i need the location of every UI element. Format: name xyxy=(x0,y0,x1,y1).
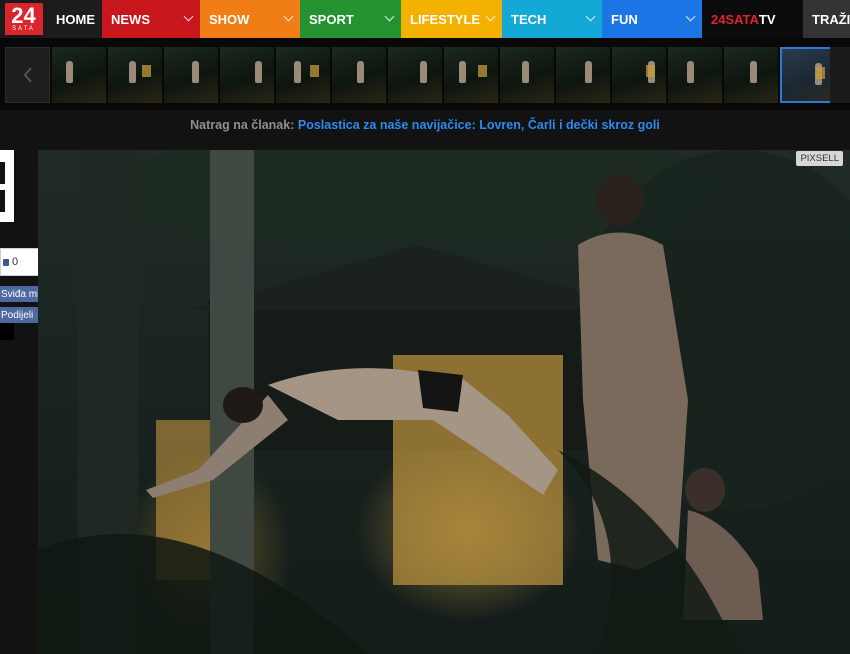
nav-news[interactable]: NEWS xyxy=(102,0,200,38)
nav-tv-prefix: 24SATA xyxy=(711,11,759,27)
thumbnail-light xyxy=(310,65,319,77)
thumbnail-figure xyxy=(294,61,301,83)
nav-home-label: HOME xyxy=(56,11,95,27)
thumbnail-light xyxy=(816,67,825,79)
thumbnail-light xyxy=(478,65,487,77)
gallery-thumbnail[interactable] xyxy=(444,47,498,103)
thumbnail-figure xyxy=(255,61,262,83)
gallery-thumbnail[interactable] xyxy=(668,47,722,103)
back-to-article: Natrag na članak: Poslastica za naše nav… xyxy=(0,118,850,132)
nav-search[interactable]: TRAŽI xyxy=(803,0,850,38)
thumbnail-light xyxy=(646,65,655,77)
thumbnail-figure xyxy=(420,61,427,83)
thumbnail-light xyxy=(142,65,151,77)
thumbnail-list xyxy=(52,47,834,103)
nav-news-label: NEWS xyxy=(111,11,150,27)
gallery-thumbnail[interactable] xyxy=(388,47,442,103)
gallery-thumbnail-active[interactable] xyxy=(780,47,834,103)
logo-number: 24 xyxy=(11,2,36,28)
nav-show[interactable]: SHOW xyxy=(200,0,300,38)
chevron-down-icon[interactable] xyxy=(585,11,596,22)
thumbnail-figure xyxy=(585,61,592,83)
thumbnail-figure xyxy=(750,61,757,83)
gallery-thumbnail[interactable] xyxy=(276,47,330,103)
like-label: Sviđa mi se xyxy=(1,288,41,300)
widget-divider xyxy=(0,162,5,184)
gallery-next-thumb[interactable] xyxy=(830,47,850,103)
nav-lifestyle-label: LIFESTYLE xyxy=(410,11,481,27)
article-link[interactable]: Poslastica za naše navijačice: Lovren, Č… xyxy=(298,118,660,132)
gallery-prev-button[interactable] xyxy=(5,47,50,103)
back-label: Natrag na članak: xyxy=(190,118,295,132)
gallery-thumbnail[interactable] xyxy=(52,47,106,103)
gallery-thumbnail[interactable] xyxy=(500,47,554,103)
social-widget-top xyxy=(0,150,14,222)
gallery-thumbnail[interactable] xyxy=(556,47,610,103)
nav-24sata-tv[interactable]: 24SATA TV xyxy=(702,0,803,38)
nav-show-label: SHOW xyxy=(209,11,250,27)
logo-subtext: SATA xyxy=(12,25,35,32)
social-widget-bottom xyxy=(0,323,14,340)
nav-sport-label: SPORT xyxy=(309,11,354,27)
chevron-down-icon[interactable] xyxy=(485,11,496,22)
nav-tech[interactable]: TECH xyxy=(502,0,602,38)
like-count: 0 xyxy=(12,256,19,268)
photo-scene xyxy=(38,150,850,654)
gallery-thumbnail[interactable] xyxy=(332,47,386,103)
photo-credit-badge: PIXSELL xyxy=(796,151,843,166)
nav-tv-suffix: TV xyxy=(758,11,776,27)
facebook-like-button[interactable]: Sviđa mi se xyxy=(0,286,41,302)
thumbs-up-icon xyxy=(3,258,9,266)
nav-sport[interactable]: SPORT xyxy=(300,0,401,38)
thumbnail-figure xyxy=(357,61,364,83)
thumbnail-figure xyxy=(129,61,136,83)
thumbnail-figure xyxy=(459,61,466,83)
share-label: Podijeli xyxy=(1,309,34,321)
nav-lifestyle[interactable]: LIFESTYLE xyxy=(401,0,502,38)
thumbnail-figure xyxy=(192,61,199,83)
facebook-share-button[interactable]: Podijeli xyxy=(0,307,41,323)
widget-divider xyxy=(0,190,5,212)
chevron-down-icon[interactable] xyxy=(685,11,696,22)
gallery-thumbnail-strip xyxy=(0,38,850,110)
chevron-down-icon[interactable] xyxy=(183,11,194,22)
gallery-thumbnail[interactable] xyxy=(220,47,274,103)
nav-home[interactable]: HOME xyxy=(47,0,102,38)
like-count-box: 0 xyxy=(0,248,41,276)
gallery-thumbnail[interactable] xyxy=(612,47,666,103)
nav-search-label: TRAŽI xyxy=(812,11,850,27)
thumbnail-figure xyxy=(687,61,694,83)
thumbnail-figure xyxy=(522,61,529,83)
logo-badge: 24 SATA xyxy=(4,2,43,35)
chevron-down-icon[interactable] xyxy=(283,11,294,22)
nav-fun[interactable]: FUN xyxy=(602,0,702,38)
gallery-main-photo[interactable]: PIXSELL xyxy=(38,150,850,654)
nav-fun-label: FUN xyxy=(611,11,638,27)
chevron-left-icon xyxy=(23,67,32,83)
top-nav: 24 SATA HOME NEWS SHOW SPORT LIFESTYLE T… xyxy=(0,0,850,38)
nav-tech-label: TECH xyxy=(511,11,547,27)
gallery-thumbnail[interactable] xyxy=(108,47,162,103)
thumbnail-figure xyxy=(66,61,73,83)
gallery-thumbnail[interactable] xyxy=(164,47,218,103)
gallery-thumbnail[interactable] xyxy=(724,47,778,103)
chevron-down-icon[interactable] xyxy=(384,11,395,22)
site-logo[interactable]: 24 SATA xyxy=(0,0,47,38)
